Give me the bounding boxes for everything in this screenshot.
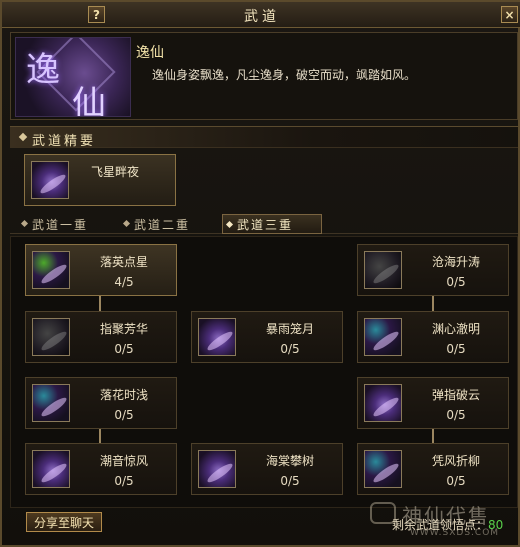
tide-wind-icon[interactable] — [32, 450, 70, 488]
skill-name: 落花时浅 — [99, 388, 148, 402]
emblem-char-1: 逸 — [26, 50, 60, 90]
skill-name: 凭风折柳 — [431, 454, 480, 468]
skill-node[interactable]: 渊心澈明 0/5 — [357, 311, 509, 363]
emblem-char-2: 仙 — [72, 84, 106, 117]
skill-points: 0/5 — [446, 474, 466, 488]
featured-skill[interactable]: 飞星畔夜 — [24, 154, 176, 206]
skill-points: 0/5 — [446, 408, 466, 422]
tab-label: 武道三重 — [237, 217, 294, 232]
skill-points: 0/5 — [280, 474, 300, 488]
tab-tier-2[interactable]: 武道二重 — [120, 214, 220, 234]
close-button[interactable]: × — [501, 6, 518, 23]
section-header: 武道精要 — [10, 126, 518, 149]
storm-moon-icon[interactable] — [198, 318, 236, 356]
tab-diamond-icon — [122, 219, 131, 228]
abyss-heart-icon[interactable] — [364, 318, 402, 356]
tab-diamond-icon — [225, 220, 234, 229]
skill-name: 暴雨笼月 — [265, 322, 314, 336]
wind-willow-icon[interactable] — [364, 450, 402, 488]
skill-node[interactable]: 暴雨笼月 0/5 — [191, 311, 343, 363]
connector-line — [99, 293, 101, 313]
finger-blossom-icon[interactable] — [32, 318, 70, 356]
connector-line — [432, 427, 434, 443]
wudao-window: ? 武道 × 逸 仙 逸仙 逸仙身姿飘逸，凡尘逸身，破空而动，飒踏如风。 武道精… — [0, 0, 520, 547]
skill-node[interactable]: 海棠攀树 0/5 — [191, 443, 343, 495]
skill-node[interactable]: 指聚芳华 0/5 — [25, 311, 177, 363]
flick-cloud-icon[interactable] — [364, 384, 402, 422]
section-diamond-icon — [18, 132, 28, 142]
window-title: 武道 — [244, 9, 280, 25]
skill-name: 海棠攀树 — [265, 454, 314, 468]
remaining-points: 剩余武道领悟点：80 — [392, 516, 503, 533]
remaining-points-label: 剩余武道领悟点： — [392, 518, 489, 532]
skill-points: 4/5 — [114, 275, 134, 289]
skill-node[interactable]: 落花时浅 0/5 — [25, 377, 177, 429]
skill-name: 落英点星 — [99, 255, 148, 269]
skill-tree: 落英点星 4/5 沧海升涛 0/5 指聚芳华 0/5 暴雨笼月 0/5 渊心澈明… — [10, 236, 518, 508]
remaining-points-value: 80 — [488, 518, 504, 532]
skill-node[interactable]: 沧海升涛 0/5 — [357, 244, 509, 296]
skill-name: 沧海升涛 — [431, 255, 480, 269]
tier-tabs: 武道一重 武道二重 武道三重 — [10, 214, 518, 234]
skill-points: 0/5 — [280, 342, 300, 356]
tab-label: 武道一重 — [32, 217, 89, 232]
skill-node[interactable]: 潮音惊风 0/5 — [25, 443, 177, 495]
style-name: 逸仙 — [136, 45, 164, 61]
style-description: 逸仙身姿飘逸，凡尘逸身，破空而动，飒踏如风。 — [152, 68, 417, 82]
skill-node[interactable]: 凭风折柳 0/5 — [357, 443, 509, 495]
sea-wave-icon[interactable] — [364, 251, 402, 289]
skill-name: 潮音惊风 — [99, 454, 148, 468]
skill-node[interactable]: 弹指破云 0/5 — [357, 377, 509, 429]
yixian-emblem-icon: 逸 仙 — [15, 37, 131, 117]
tab-label: 武道二重 — [134, 217, 191, 232]
title-bar[interactable]: ? 武道 × — [2, 2, 520, 28]
featured-skill-name: 飞星畔夜 — [91, 165, 140, 179]
skill-points: 0/5 — [446, 342, 466, 356]
skill-name: 指聚芳华 — [99, 322, 148, 336]
falling-star-icon[interactable] — [32, 251, 70, 289]
section-label: 武道精要 — [32, 134, 97, 149]
skill-node[interactable]: 落英点星 4/5 — [25, 244, 177, 296]
skill-points: 0/5 — [114, 342, 134, 356]
falling-flower-icon[interactable] — [32, 384, 70, 422]
skill-points: 0/5 — [446, 275, 466, 289]
connector-line — [432, 293, 434, 313]
tab-tier-1[interactable]: 武道一重 — [18, 214, 118, 234]
share-to-chat-button[interactable]: 分享至聊天 — [26, 512, 102, 532]
skill-name: 弹指破云 — [431, 388, 480, 402]
skill-points: 0/5 — [114, 408, 134, 422]
tab-tier-3[interactable]: 武道三重 — [222, 214, 322, 234]
begonia-tree-icon[interactable] — [198, 450, 236, 488]
flying-star-icon[interactable] — [31, 161, 69, 199]
skill-points: 0/5 — [114, 474, 134, 488]
connector-line — [99, 427, 101, 443]
skill-name: 渊心澈明 — [431, 322, 480, 336]
tab-diamond-icon — [20, 219, 29, 228]
